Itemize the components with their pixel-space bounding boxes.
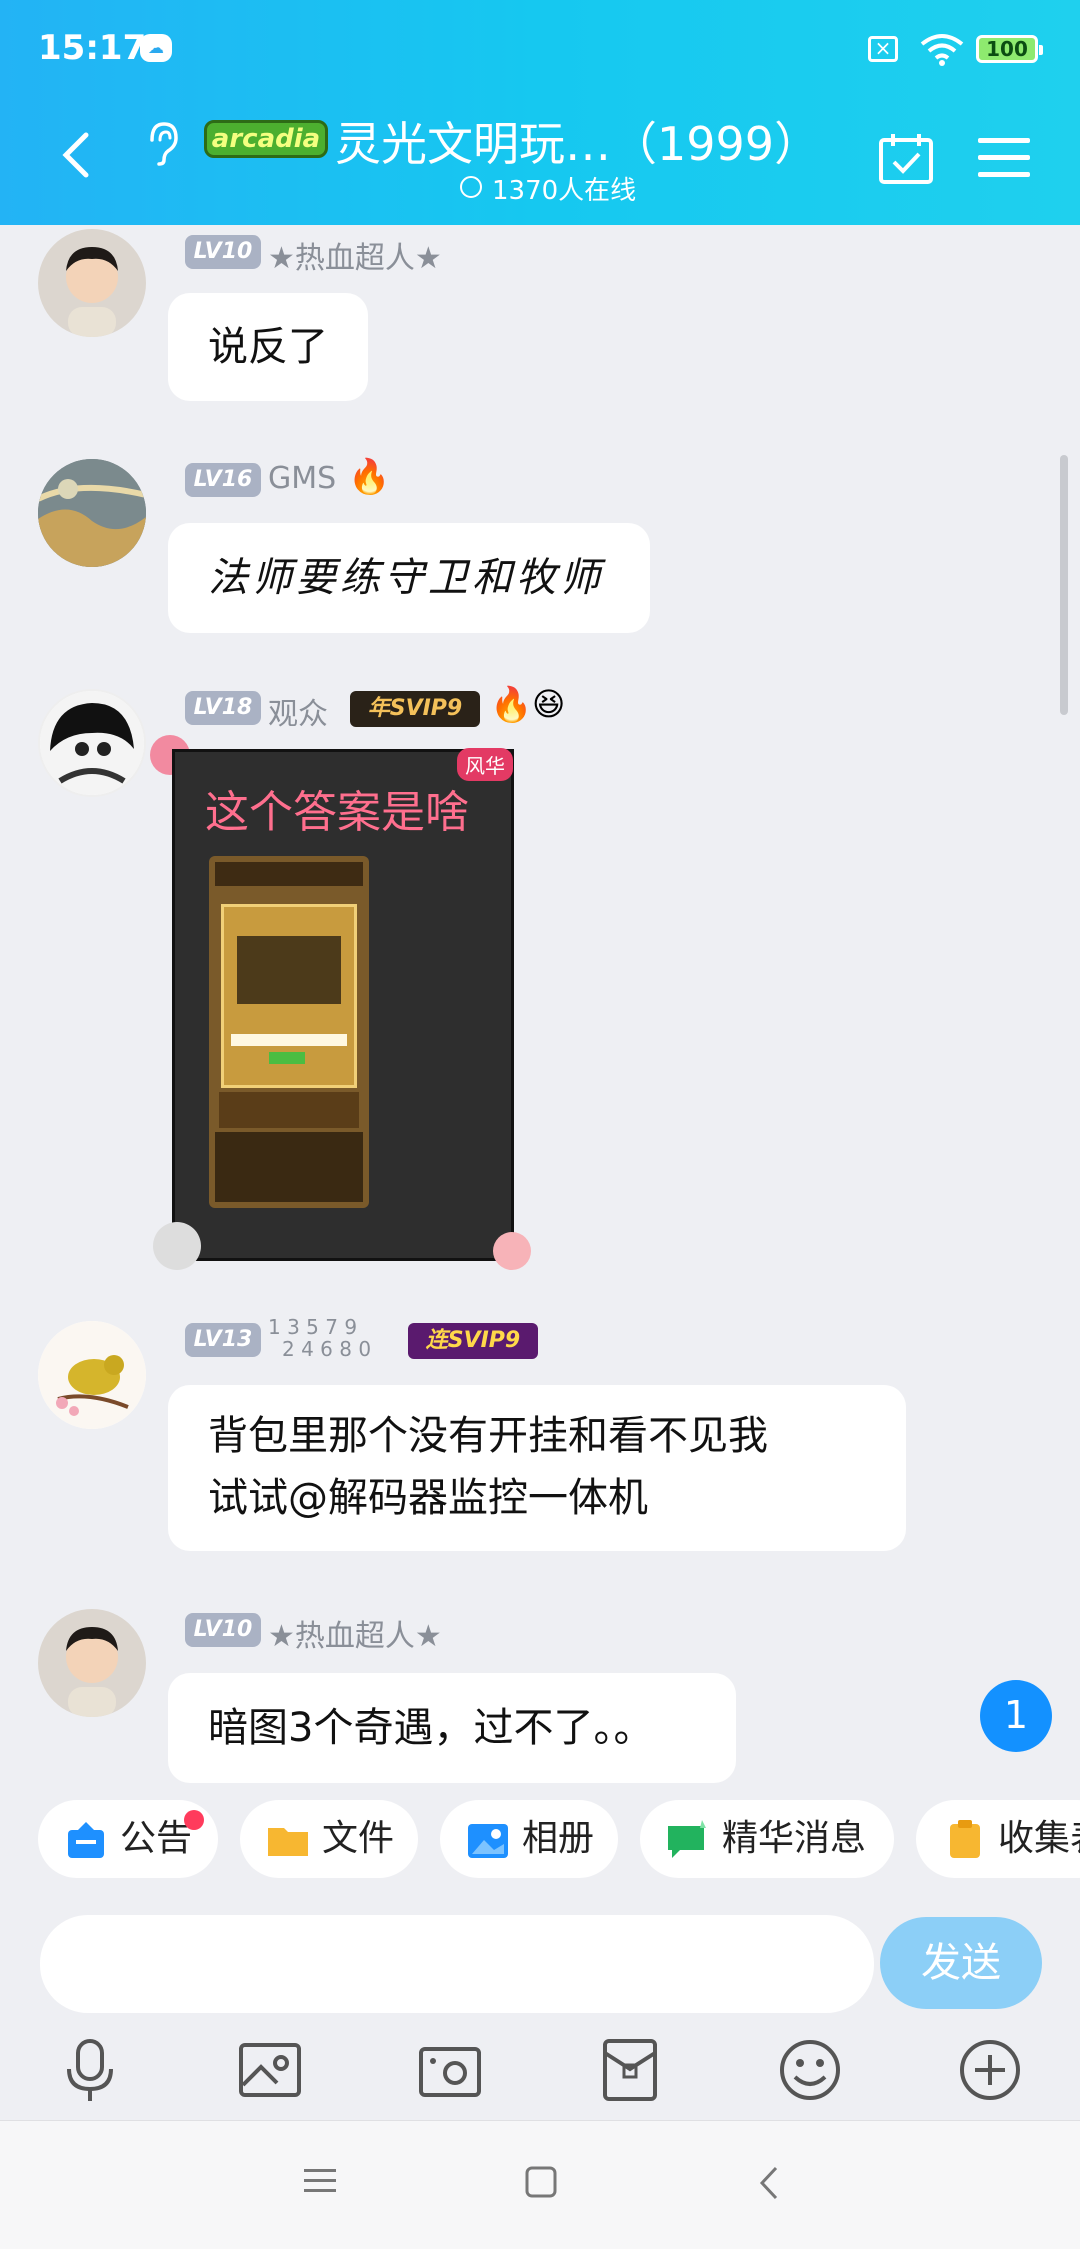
album-chip[interactable]: 相册 bbox=[440, 1800, 618, 1878]
input-toolbar bbox=[0, 2025, 1080, 2125]
shortcut-bar: 公告 文件 相册 精华消息 收集表 bbox=[0, 1785, 1080, 1895]
game-screenshot bbox=[209, 856, 369, 1208]
album-icon bbox=[468, 1824, 508, 1858]
collect-form-chip[interactable]: 收集表 bbox=[916, 1800, 1080, 1878]
microphone-icon[interactable] bbox=[55, 2035, 125, 2105]
image-message[interactable]: 这个答案是啥 风华 bbox=[153, 748, 531, 1270]
chip-label: 文件 bbox=[322, 1818, 395, 1859]
scrollbar[interactable] bbox=[1060, 455, 1068, 715]
picture-icon[interactable] bbox=[235, 2035, 305, 2105]
chip-label: 收集表 bbox=[998, 1818, 1080, 1859]
message-line: 试试@解码器监控一体机 bbox=[208, 1475, 648, 1521]
red-packet-icon[interactable] bbox=[595, 2035, 665, 2105]
image-tag: 风华 bbox=[457, 748, 513, 781]
fire-icon: 🔥 bbox=[348, 457, 391, 497]
chip-label: 公告 bbox=[120, 1818, 193, 1859]
group-title[interactable]: 灵光文明玩…（1999） bbox=[335, 108, 820, 174]
message-input[interactable] bbox=[40, 1915, 874, 2013]
unread-count-badge[interactable]: 1 bbox=[980, 1680, 1052, 1752]
girl-sticker-icon bbox=[493, 1232, 531, 1270]
level-badge: LV10 bbox=[185, 235, 261, 269]
avatar[interactable] bbox=[38, 459, 146, 567]
unread-dot bbox=[184, 1810, 204, 1830]
cat-sticker-icon bbox=[153, 1222, 201, 1270]
input-row: 发送 bbox=[0, 1905, 1080, 2015]
chip-label: 相册 bbox=[522, 1818, 595, 1859]
chat-header: 15:17 ☁ × 100 arcadia 灵光文明玩…（1999） 1370人… bbox=[0, 0, 1080, 225]
fire-icon: 🔥 bbox=[490, 685, 533, 725]
online-count: 1370人在线 bbox=[492, 176, 637, 206]
message-list[interactable]: LV10 ★热血超人★ 说反了 LV16 GMS 🔥 法师要练守卫和牧师 LV1… bbox=[0, 225, 1080, 1785]
clipboard-icon bbox=[950, 1820, 980, 1858]
files-chip[interactable]: 文件 bbox=[240, 1800, 418, 1878]
online-check-icon bbox=[460, 176, 482, 198]
wifi-icon bbox=[920, 34, 964, 66]
sender-name[interactable]: 观众 bbox=[268, 689, 328, 733]
sim-off-icon: × bbox=[868, 36, 898, 62]
send-button[interactable]: 发送 bbox=[880, 1917, 1042, 2009]
avatar[interactable] bbox=[38, 1609, 146, 1717]
nav-back-icon[interactable] bbox=[756, 2165, 782, 2201]
system-nav-bar bbox=[0, 2120, 1080, 2249]
image-caption: 这个答案是啥 bbox=[205, 787, 469, 838]
battery-indicator: 100 bbox=[976, 35, 1043, 63]
chip-label: 精华消息 bbox=[722, 1818, 867, 1859]
home-icon[interactable] bbox=[524, 2165, 558, 2199]
announcement-icon bbox=[68, 1822, 104, 1858]
sender-name[interactable]: ★热血超人★ bbox=[268, 1611, 442, 1655]
emoji-icon[interactable] bbox=[775, 2035, 845, 2105]
cloud-notification-icon: ☁ bbox=[140, 34, 172, 62]
message-bubble[interactable]: 暗图3个奇遇，过不了。。 bbox=[168, 1673, 736, 1783]
message-bubble[interactable]: 法师要练守卫和牧师 bbox=[168, 523, 650, 633]
announcement-chip[interactable]: 公告 bbox=[38, 1800, 218, 1878]
calendar-check-icon[interactable] bbox=[878, 132, 934, 186]
status-bar: 15:17 ☁ × 100 bbox=[0, 0, 1080, 100]
essence-chip[interactable]: 精华消息 bbox=[640, 1800, 894, 1878]
smile-badge-icon: 😆 bbox=[532, 685, 566, 723]
camera-icon[interactable] bbox=[415, 2035, 485, 2105]
sender-name-top[interactable]: 1 3 5 7 9 bbox=[268, 1315, 357, 1339]
sender-name[interactable]: ★热血超人★ bbox=[268, 233, 442, 277]
sender-name[interactable]: GMS bbox=[268, 461, 336, 496]
sender-name-bottom[interactable]: 2 4 6 8 0 bbox=[282, 1337, 371, 1361]
level-badge: LV13 bbox=[185, 1323, 261, 1357]
back-button[interactable] bbox=[50, 125, 100, 185]
level-badge: LV10 bbox=[185, 1613, 261, 1647]
level-badge: LV16 bbox=[185, 463, 261, 497]
ear-icon[interactable] bbox=[140, 118, 184, 168]
avatar[interactable] bbox=[38, 1321, 146, 1429]
avatar[interactable] bbox=[38, 229, 146, 337]
message-line: 背包里那个没有开挂和看不见我 bbox=[208, 1413, 768, 1459]
essence-message-icon bbox=[668, 1820, 706, 1858]
avatar[interactable] bbox=[38, 689, 146, 797]
message-bubble[interactable]: 背包里那个没有开挂和看不见我 试试@解码器监控一体机 bbox=[168, 1385, 906, 1551]
group-badge: arcadia bbox=[204, 120, 328, 158]
svip-badge: 连SVIP9 bbox=[408, 1323, 538, 1359]
message-bubble[interactable]: 说反了 bbox=[168, 293, 368, 401]
recent-apps-icon[interactable] bbox=[302, 2165, 338, 2197]
menu-icon[interactable] bbox=[978, 136, 1030, 180]
folder-icon bbox=[268, 1828, 308, 1856]
svip-badge: 年SVIP9 bbox=[350, 691, 480, 727]
level-badge: LV18 bbox=[185, 691, 261, 725]
plus-icon[interactable] bbox=[955, 2035, 1025, 2105]
status-time: 15:17 bbox=[38, 28, 147, 68]
